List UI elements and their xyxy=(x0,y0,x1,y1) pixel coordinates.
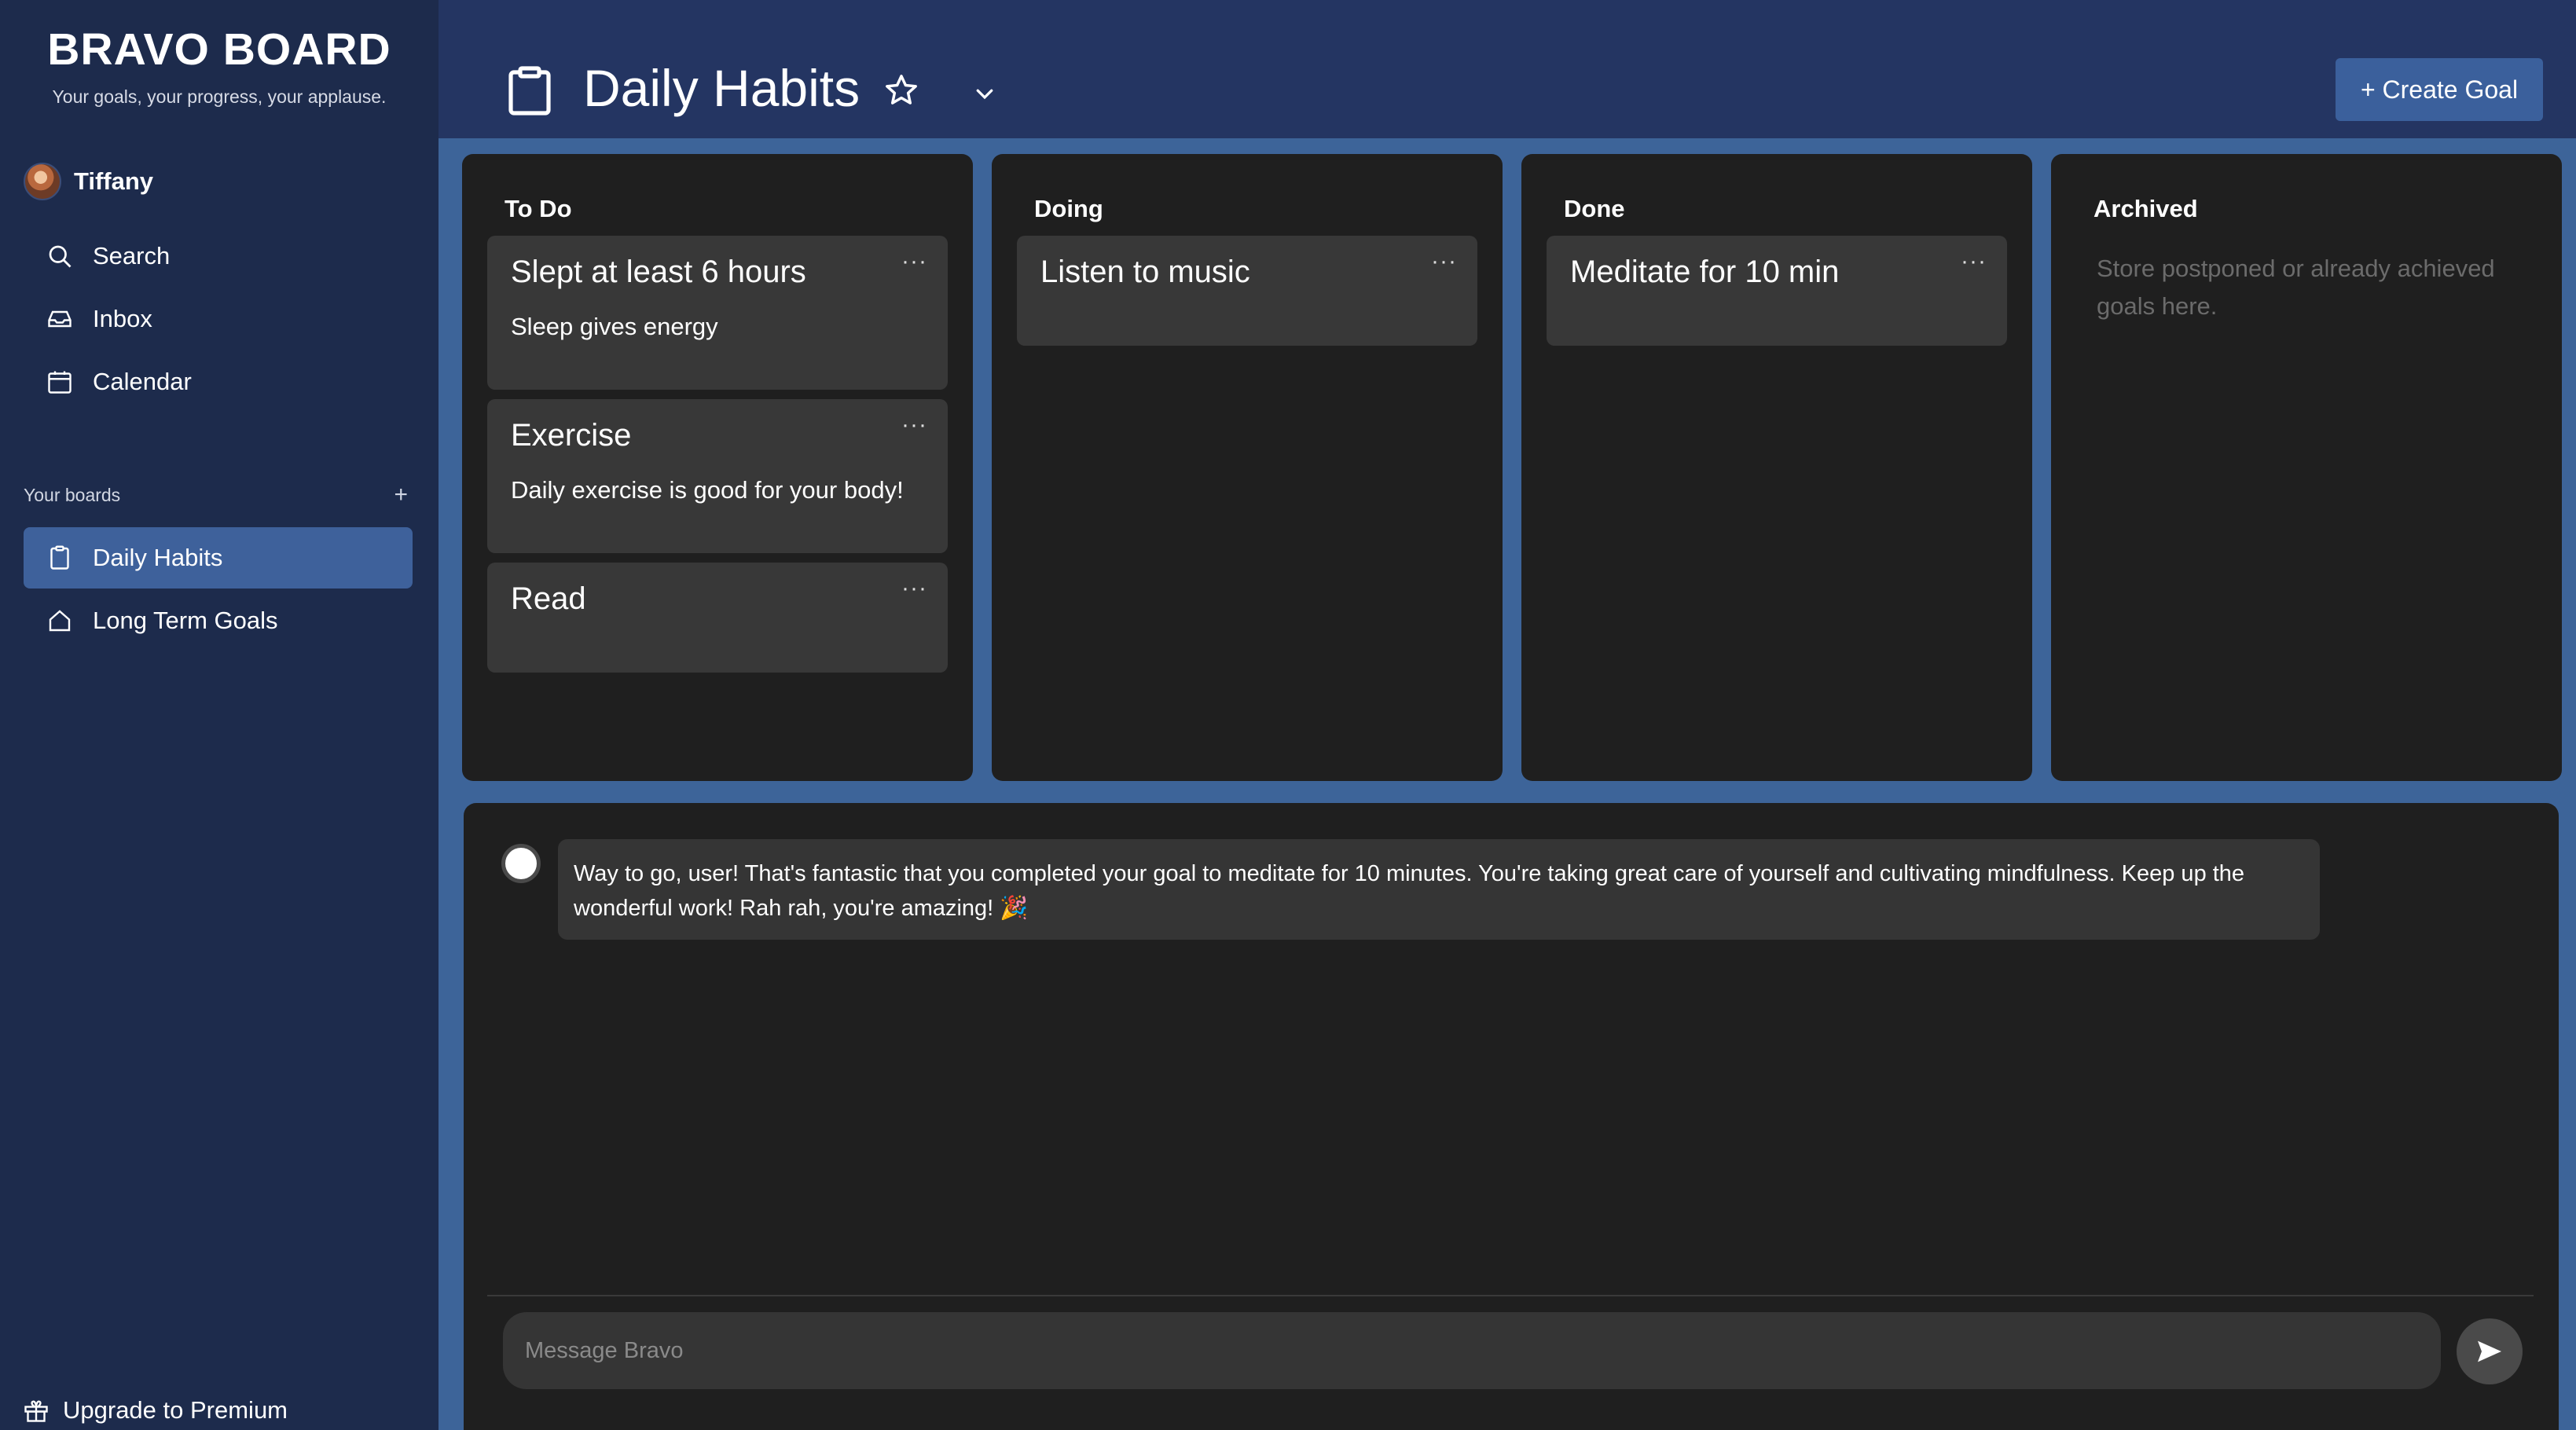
card-title: Listen to music xyxy=(1040,255,1250,289)
more-options-icon[interactable]: ··· xyxy=(901,248,927,275)
user-name: Tiffany xyxy=(74,167,154,195)
card-title: Meditate for 10 min xyxy=(1570,255,1840,289)
column-title: Done xyxy=(1564,195,1625,222)
board-header: Daily Habits + Create Goal xyxy=(439,0,2576,138)
card-title: Slept at least 6 hours xyxy=(511,255,806,289)
calendar-icon xyxy=(48,371,72,394)
message-input[interactable] xyxy=(503,1312,2441,1389)
clipboard-icon xyxy=(508,66,551,116)
nav-item-inbox[interactable]: Inbox xyxy=(24,295,413,343)
brand-logo: BRAVO BOARD xyxy=(47,24,391,75)
goal-card[interactable]: Listen to music ··· xyxy=(1017,236,1477,346)
nav-item-calendar[interactable]: Calendar xyxy=(24,358,413,406)
column-doing: Doing Listen to music ··· xyxy=(992,154,1503,781)
divider xyxy=(487,1295,2534,1296)
more-options-icon[interactable]: ··· xyxy=(1431,248,1457,275)
boards-heading: Your boards xyxy=(24,484,121,505)
column-title: Archived xyxy=(2093,195,2198,222)
nav-item-search[interactable]: Search xyxy=(24,232,413,280)
add-board-button[interactable]: + xyxy=(394,482,413,508)
send-icon xyxy=(2478,1340,2501,1362)
sidebar-item-label: Daily Habits xyxy=(93,544,223,571)
goal-card[interactable]: Exercise Daily exercise is good for your… xyxy=(487,399,948,553)
more-options-icon[interactable]: ··· xyxy=(1961,248,1987,275)
sidebar-item-daily-habits[interactable]: Daily Habits xyxy=(24,527,413,588)
board-area: To Do Slept at least 6 hours Sleep gives… xyxy=(439,138,2576,1430)
gift-icon xyxy=(24,1400,48,1422)
column-title: To Do xyxy=(505,195,572,222)
upgrade-premium-link[interactable]: Upgrade to Premium xyxy=(22,1392,288,1428)
inbox-icon xyxy=(48,310,72,328)
chat-panel: Way to go, user! That's fantastic that y… xyxy=(464,803,2559,1430)
page-title: Daily Habits xyxy=(583,59,861,117)
brand-tagline: Your goals, your progress, your applause… xyxy=(52,86,387,107)
chat-message: Way to go, user! That's fantastic that y… xyxy=(558,839,2320,940)
clipboard-icon xyxy=(50,545,69,570)
column-archived: Archived Store postponed or already achi… xyxy=(2051,154,2562,781)
avatar xyxy=(24,163,61,200)
column-done: Done Meditate for 10 min ··· xyxy=(1521,154,2032,781)
chevron-down-icon[interactable] xyxy=(973,82,996,105)
archived-placeholder-text: Store postponed or already achieved goal… xyxy=(2097,255,2495,320)
card-description: Daily exercise is good for your body! xyxy=(511,476,904,504)
more-options-icon[interactable]: ··· xyxy=(901,412,927,438)
sidebar: BRAVO BOARD Your goals, your progress, y… xyxy=(0,0,439,1430)
upgrade-label: Upgrade to Premium xyxy=(63,1396,288,1424)
goal-card[interactable]: Slept at least 6 hours Sleep gives energ… xyxy=(487,236,948,390)
more-options-icon[interactable]: ··· xyxy=(901,575,927,602)
send-button[interactable] xyxy=(2457,1318,2523,1384)
search-icon xyxy=(49,245,72,268)
nav-item-label: Inbox xyxy=(93,305,152,332)
nav-item-label: Search xyxy=(93,242,171,270)
card-description: Sleep gives energy xyxy=(511,313,718,340)
card-title: Read xyxy=(511,581,586,616)
column-todo: To Do Slept at least 6 hours Sleep gives… xyxy=(462,154,973,781)
goal-card[interactable]: Read ··· xyxy=(487,563,948,673)
sidebar-item-label: Long Term Goals xyxy=(93,607,278,634)
card-title: Exercise xyxy=(511,418,632,453)
star-icon[interactable] xyxy=(883,72,919,108)
user-profile[interactable]: Tiffany xyxy=(24,162,153,201)
nav-item-label: Calendar xyxy=(93,368,192,395)
column-title: Doing xyxy=(1034,195,1103,222)
home-icon xyxy=(49,610,71,632)
goal-card[interactable]: Meditate for 10 min ··· xyxy=(1547,236,2007,346)
create-goal-button[interactable]: + Create Goal xyxy=(2336,58,2543,121)
boards-section-header: Your boards + xyxy=(24,479,413,511)
sidebar-item-long-term-goals[interactable]: Long Term Goals xyxy=(24,596,413,645)
bravo-avatar xyxy=(501,844,541,883)
